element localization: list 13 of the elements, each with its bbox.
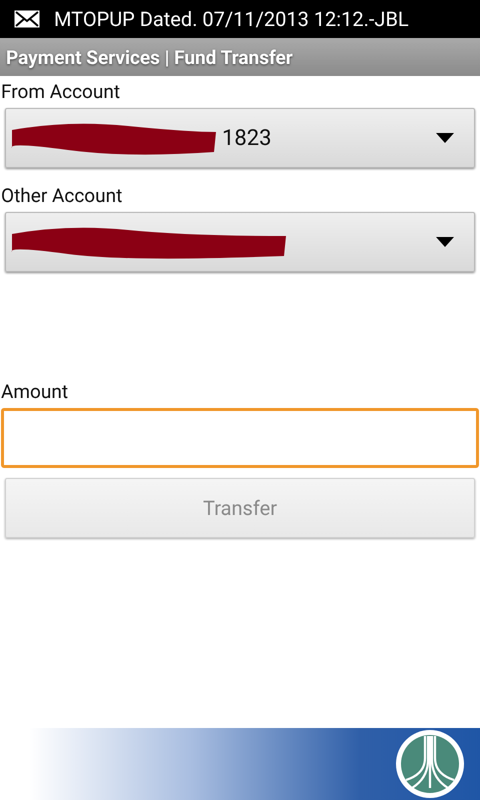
field-label: Amount bbox=[0, 380, 68, 404]
notification-text: MTOPUP Dated. 07/11/2013 12:12.-JBL bbox=[54, 7, 409, 31]
amount-field[interactable] bbox=[1, 408, 479, 468]
dropdown-value: 1823 bbox=[222, 126, 272, 150]
field-label: From Account bbox=[0, 80, 120, 104]
dropdown-arrow-icon bbox=[436, 237, 454, 247]
screen-title: Payment Services | Fund Transfer bbox=[6, 46, 293, 68]
bank-logo-icon bbox=[394, 728, 466, 800]
field-label: Other Account bbox=[0, 184, 122, 208]
dropdown-arrow-icon bbox=[436, 133, 454, 143]
envelope-icon bbox=[14, 10, 40, 28]
account-dropdown[interactable] bbox=[5, 212, 475, 272]
account-dropdown[interactable]: 1823 bbox=[5, 108, 475, 168]
